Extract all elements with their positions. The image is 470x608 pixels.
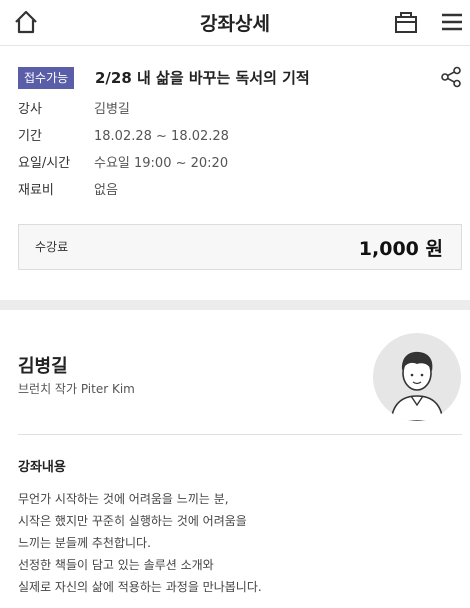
avatar xyxy=(373,333,461,421)
info-value: 수요일 19:00 ~ 20:20 xyxy=(94,156,229,171)
description-line: 시작은 했지만 꾸준히 실행하는 것에 어려움을 xyxy=(18,514,247,528)
info-value: 김병길 xyxy=(94,102,130,117)
info-row-instructor: 강사 김병길 xyxy=(18,100,458,127)
info-label: 재료비 xyxy=(18,183,54,198)
section-divider xyxy=(0,300,470,310)
tuition-label: 수강료 xyxy=(35,240,69,254)
section-divider-line xyxy=(18,434,462,435)
shopping-bag-icon[interactable] xyxy=(392,8,420,36)
course-info: 강사 김병길 기간 18.02.28 ~ 18.02.28 요일/시간 수요일 … xyxy=(18,100,458,208)
course-title: 2/28 내 삶을 바꾸는 독서의 기적 xyxy=(95,69,310,87)
hamburger-menu-icon[interactable] xyxy=(438,8,466,36)
instructor-name: 김병길 xyxy=(18,356,68,377)
info-label: 요일/시간 xyxy=(18,156,71,171)
tuition-value: 1,000 원 xyxy=(358,238,443,260)
description-line: 무언가 시작하는 것에 어려움을 느끼는 분, xyxy=(18,492,229,506)
tuition-box: 수강료 1,000 원 xyxy=(18,224,462,270)
info-label: 강사 xyxy=(18,102,42,117)
course-description: 무언가 시작하는 것에 어려움을 느끼는 분, 시작은 했지만 꾸준히 실행하는… xyxy=(18,488,458,598)
info-value: 없음 xyxy=(94,183,118,198)
info-value: 18.02.28 ~ 18.02.28 xyxy=(94,129,229,144)
info-row-material-fee: 재료비 없음 xyxy=(18,181,458,208)
description-line: 선정한 책들이 담고 있는 솔루션 소개와 xyxy=(18,558,214,572)
top-bar: 강좌상세 xyxy=(0,0,470,46)
info-row-period: 기간 18.02.28 ~ 18.02.28 xyxy=(18,127,458,154)
status-badge: 접수가능 xyxy=(18,67,75,89)
info-row-schedule: 요일/시간 수요일 19:00 ~ 20:20 xyxy=(18,154,458,181)
share-icon[interactable] xyxy=(440,66,462,88)
info-label: 기간 xyxy=(18,129,42,144)
description-line: 느끼는 분들께 추천합니다. xyxy=(18,536,151,550)
instructor-role: 브런치 작가 Piter Kim xyxy=(18,382,135,396)
content-section-title: 강좌내용 xyxy=(18,460,66,475)
description-line: 실제로 자신의 삶에 적용하는 과정을 만나봅니다. xyxy=(18,580,262,594)
course-header: 접수가능 2/28 내 삶을 바꾸는 독서의 기적 xyxy=(18,66,462,92)
